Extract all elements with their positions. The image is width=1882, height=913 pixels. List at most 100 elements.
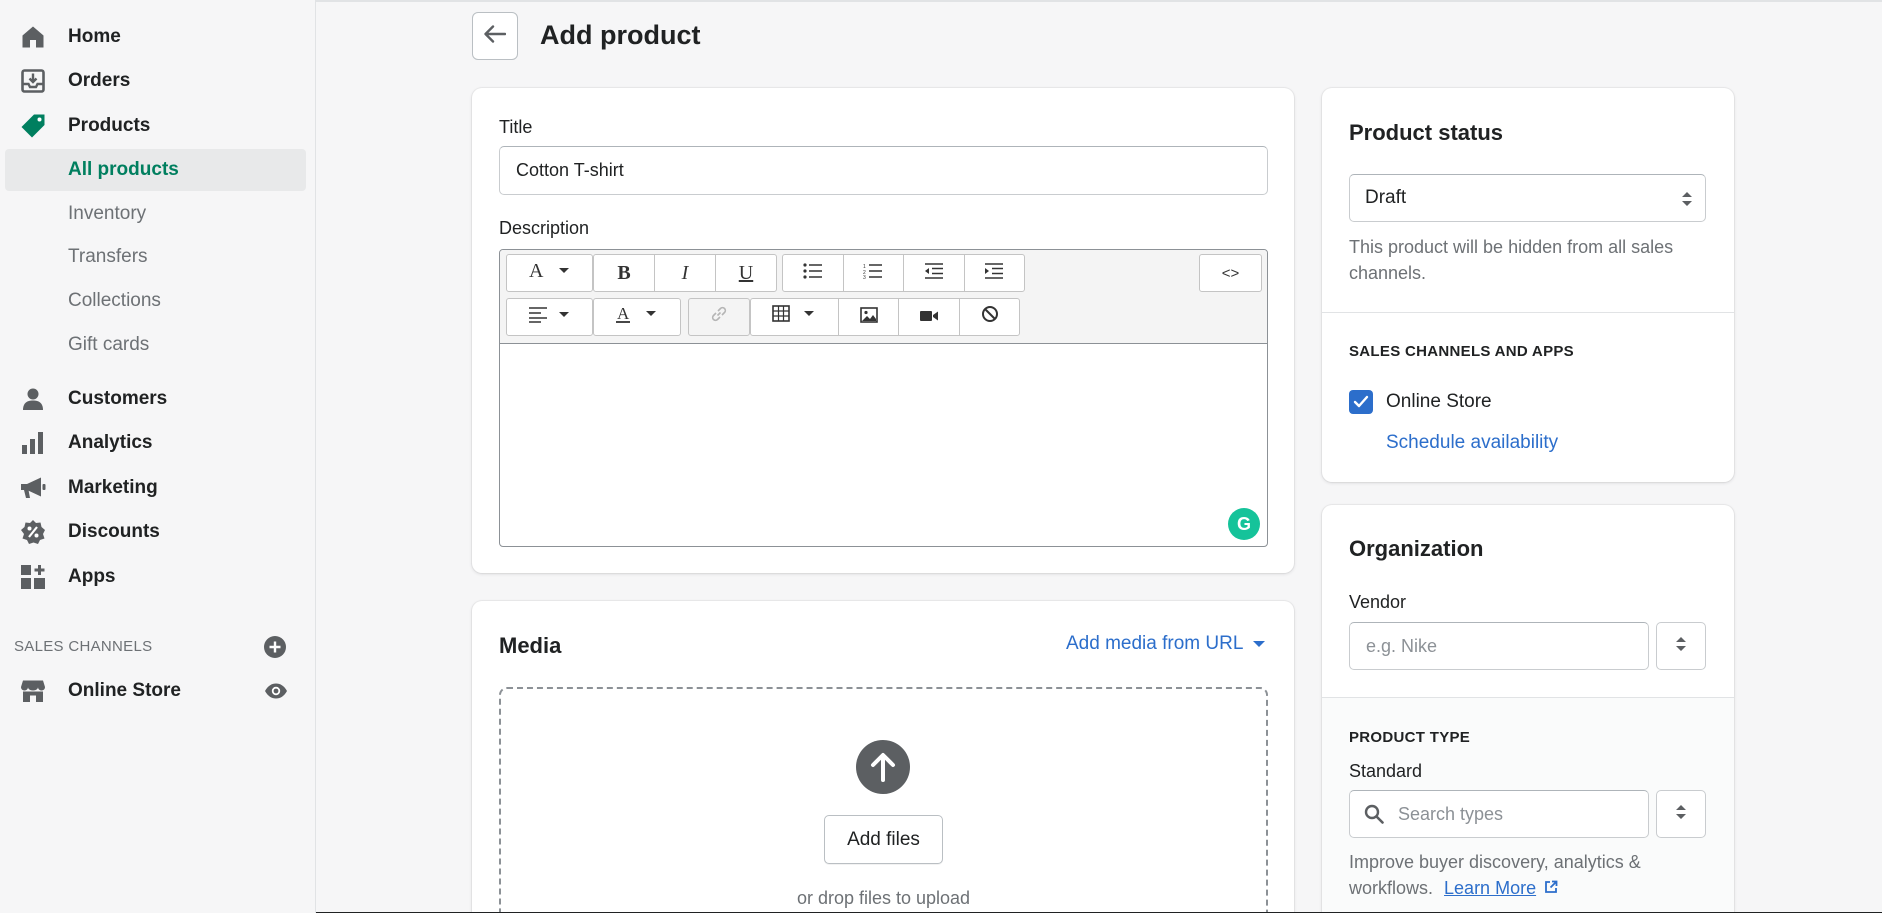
- text-color-button[interactable]: A: [594, 299, 680, 335]
- source-code-label: <>: [1221, 264, 1240, 282]
- image-icon: [859, 306, 878, 329]
- sidebar-item-label: Products: [68, 115, 151, 136]
- text-color-group: A: [593, 298, 681, 336]
- sidebar-subitem-inventory[interactable]: Inventory: [5, 193, 306, 235]
- back-button[interactable]: [472, 12, 518, 60]
- outdent-button[interactable]: [904, 255, 965, 291]
- underline-button[interactable]: U: [716, 255, 776, 291]
- indent-button[interactable]: [965, 255, 1025, 291]
- status-select[interactable]: Draft: [1349, 174, 1706, 222]
- svg-text:A: A: [529, 260, 544, 280]
- online-store-checkbox[interactable]: [1349, 390, 1373, 414]
- product-type-search-input[interactable]: Search types: [1349, 790, 1649, 838]
- orders-icon: [20, 68, 46, 94]
- bold-icon: B: [617, 261, 631, 284]
- sidebar-item-label: Apps: [68, 566, 116, 587]
- italic-icon: I: [681, 261, 689, 284]
- add-sales-channel-icon[interactable]: [264, 636, 286, 658]
- vendor-label: Vendor: [1349, 592, 1407, 612]
- select-arrows-icon: [1675, 634, 1687, 659]
- clear-formatting-icon: [981, 305, 999, 329]
- view-store-eye-icon[interactable]: [264, 679, 288, 703]
- sidebar-item-marketing[interactable]: Marketing: [0, 468, 316, 508]
- vendor-input[interactable]: e.g. Nike: [1349, 622, 1649, 670]
- apps-icon: [20, 564, 46, 590]
- description-textarea[interactable]: [500, 345, 1267, 546]
- select-arrows-icon: [1681, 189, 1693, 214]
- table-button[interactable]: [751, 299, 839, 335]
- sidebar-item-orders[interactable]: Orders: [0, 61, 316, 101]
- learn-more-link[interactable]: Learn More: [1444, 878, 1536, 898]
- select-arrows-icon: [1675, 802, 1687, 827]
- title-input[interactable]: Cotton T-shirt: [499, 146, 1268, 195]
- sidebar-item-products[interactable]: Products: [0, 106, 316, 146]
- sidebar-item-label: Analytics: [68, 432, 153, 453]
- title-label: Title: [499, 117, 533, 137]
- clear-formatting-button[interactable]: [960, 299, 1019, 335]
- bullet-list-button[interactable]: [783, 255, 844, 291]
- indent-icon: [984, 262, 1004, 285]
- add-files-button[interactable]: Add files: [824, 815, 943, 864]
- home-icon: [20, 24, 46, 50]
- bullet-list-icon: [803, 262, 823, 285]
- description-editor: A B I U 123 <> A G: [499, 249, 1268, 547]
- upload-arrow-icon: [856, 740, 910, 794]
- bold-button[interactable]: B: [594, 255, 655, 291]
- sidebar-item-label: Home: [68, 26, 121, 47]
- schedule-availability-link[interactable]: Schedule availability: [1386, 432, 1558, 454]
- insert-video-button[interactable]: [899, 299, 961, 335]
- page-title: Add product: [540, 20, 701, 50]
- sidebar-subitem-gift-cards[interactable]: Gift cards: [5, 324, 306, 366]
- italic-button[interactable]: I: [655, 255, 716, 291]
- insert-image-button[interactable]: [839, 299, 900, 335]
- sidebar-item-discounts[interactable]: Discounts: [0, 512, 316, 552]
- add-media-from-url-label: Add media from URL: [1066, 633, 1243, 654]
- insert-group: [750, 298, 1020, 336]
- sidebar-subitem-label: Gift cards: [68, 334, 150, 355]
- sales-channels-apps-heading: SALES CHANNELS AND APPS: [1349, 343, 1574, 360]
- align-group: [506, 298, 593, 336]
- align-button[interactable]: [507, 299, 592, 335]
- discount-icon: [20, 519, 46, 545]
- product-type-dropdown-toggle[interactable]: [1656, 790, 1706, 838]
- type-search-placeholder: Search types: [1398, 803, 1504, 824]
- table-icon: [772, 305, 816, 329]
- sidebar-item-label: Discounts: [68, 521, 160, 542]
- sidebar-subitem-label: Transfers: [68, 246, 148, 267]
- editor-toolbar: A B I U 123 <> A: [500, 250, 1267, 344]
- source-group: <>: [1199, 254, 1262, 292]
- svg-text:A: A: [617, 304, 630, 323]
- add-media-from-url-link[interactable]: Add media from URL: [1066, 633, 1266, 655]
- outdent-icon: [924, 262, 944, 285]
- sidebar-subitem-label: All products: [68, 159, 179, 180]
- person-icon: [20, 386, 46, 412]
- external-link-icon: [1541, 878, 1558, 898]
- megaphone-icon: [20, 475, 46, 501]
- sidebar-item-label: Customers: [68, 388, 168, 409]
- sidebar-subitem-label: Inventory: [68, 203, 147, 224]
- sidebar-item-apps[interactable]: Apps: [0, 557, 316, 597]
- vendor-dropdown-toggle[interactable]: [1656, 622, 1706, 670]
- source-code-button[interactable]: <>: [1200, 255, 1261, 291]
- font-style-button[interactable]: A: [507, 255, 592, 291]
- title-input-value: Cotton T-shirt: [516, 160, 624, 180]
- sidebar-item-label: Marketing: [68, 477, 158, 498]
- link-icon: [710, 305, 728, 329]
- sidebar-subitem-collections[interactable]: Collections: [5, 280, 306, 322]
- status-divider: [1322, 312, 1734, 313]
- sidebar-subitem-transfers[interactable]: Transfers: [5, 236, 306, 278]
- type-help-line-1: Improve buyer discovery, analytics &: [1349, 852, 1641, 872]
- media-dropzone[interactable]: [499, 687, 1268, 913]
- sidebar-item-customers[interactable]: Customers: [0, 379, 316, 419]
- sidebar-item-home[interactable]: Home: [0, 17, 316, 57]
- sidebar-item-analytics[interactable]: Analytics: [0, 423, 316, 463]
- text-color-icon: A: [616, 304, 658, 330]
- sidebar-subitem-all-products[interactable]: All products: [5, 149, 306, 191]
- type-help-line-2: workflows.: [1349, 878, 1434, 898]
- insert-link-button[interactable]: [689, 299, 749, 335]
- sales-channels-heading: SALES CHANNELS: [14, 638, 153, 655]
- font-group: A: [506, 254, 593, 292]
- status-help-text: This product will be hidden from all sal…: [1349, 237, 1674, 283]
- numbered-list-button[interactable]: 123: [844, 255, 904, 291]
- grammarly-icon[interactable]: G: [1228, 508, 1260, 540]
